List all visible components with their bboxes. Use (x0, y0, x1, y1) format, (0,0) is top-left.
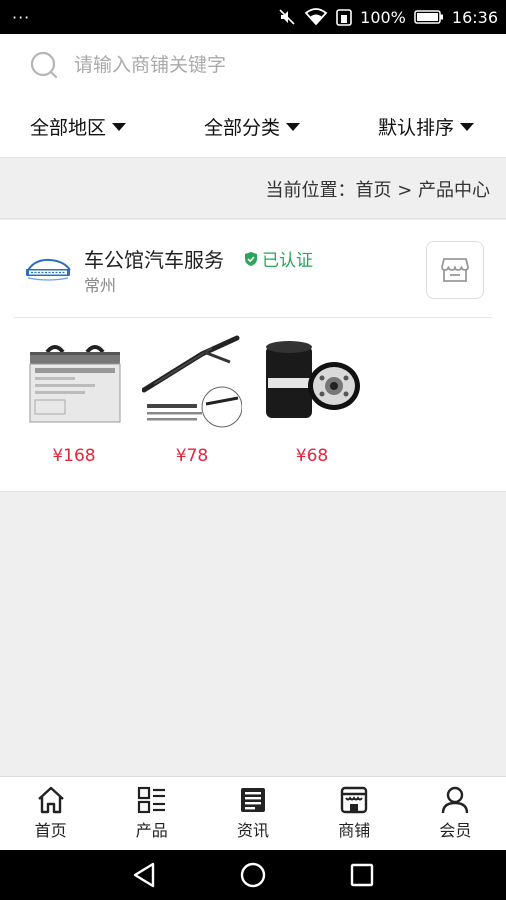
enter-store-button[interactable] (426, 241, 484, 299)
filter-bar: 全部地区 全部分类 默认排序 (0, 96, 506, 158)
nav-label-member: 会员 (439, 821, 472, 840)
product-price: ¥68 (295, 446, 329, 466)
bottom-nav: 首页 产品 资讯 商铺 会员 (0, 776, 506, 850)
wifi-icon (304, 8, 328, 26)
notification-dots: ··· (12, 7, 31, 27)
battery-icon (414, 10, 443, 24)
product-list-icon (137, 786, 165, 814)
nav-item-stores[interactable]: 商铺 (304, 777, 405, 850)
product-price: ¥78 (175, 446, 209, 466)
filter-sort[interactable]: 默认排序 (378, 113, 474, 140)
shop-name[interactable]: 车公馆汽车服务 (84, 244, 224, 273)
user-icon (442, 786, 469, 814)
home-circle-icon[interactable] (239, 861, 267, 889)
mute-icon (279, 9, 295, 25)
product-image-battery (24, 332, 124, 432)
shop-card[interactable]: 车公馆汽车服务 已认证 常州 ¥168 ¥78 ¥68 (0, 220, 506, 492)
nav-item-home[interactable]: 首页 (0, 777, 101, 850)
system-nav-bar (0, 850, 506, 900)
search-bar (0, 34, 506, 96)
filter-region-label: 全部地区 (30, 117, 107, 139)
product-item[interactable]: ¥78 (142, 332, 242, 466)
recents-icon[interactable] (349, 862, 375, 888)
filter-sort-label: 默认排序 (377, 117, 454, 139)
caret-down-icon (286, 122, 300, 131)
verified-badge: 已认证 (244, 246, 313, 271)
filter-category-label: 全部分类 (203, 117, 280, 139)
breadcrumb: 当前位置：首页 > 产品中心 (0, 159, 506, 219)
nav-item-news[interactable]: 资讯 (202, 777, 303, 850)
back-icon[interactable] (131, 861, 157, 889)
battery-percent: 100% (360, 7, 406, 27)
data-saver-icon (336, 9, 352, 26)
product-price: ¥168 (52, 446, 96, 466)
product-image-wiper-arm (142, 332, 242, 432)
home-icon (37, 786, 64, 814)
shop-header: 车公馆汽车服务 已认证 常州 (14, 220, 492, 318)
nav-item-member[interactable]: 会员 (405, 777, 506, 850)
shop-city: 常州 (84, 276, 117, 295)
status-bar: ··· 100% 16:36 (0, 0, 506, 34)
filter-category[interactable]: 全部分类 (204, 113, 300, 140)
shield-check-icon (245, 251, 257, 266)
product-item[interactable]: ¥68 (262, 332, 362, 466)
caret-down-icon (112, 122, 127, 131)
store-icon (441, 258, 469, 282)
nav-label-news: 资讯 (237, 821, 270, 840)
search-input[interactable] (74, 54, 454, 76)
caret-down-icon (459, 122, 474, 131)
verified-label: 已认证 (262, 251, 313, 271)
clock: 16:36 (451, 7, 498, 27)
nav-item-products[interactable]: 产品 (101, 777, 202, 850)
nav-label-products: 产品 (135, 821, 168, 840)
news-icon (241, 788, 265, 812)
product-item[interactable]: ¥168 (24, 332, 124, 466)
nav-label-home: 首页 (34, 821, 67, 840)
shop-logo (26, 258, 71, 281)
product-image-oil-filter (262, 332, 362, 432)
nav-label-stores: 商铺 (338, 821, 371, 840)
search-icon (30, 51, 58, 79)
filter-region[interactable]: 全部地区 (30, 113, 127, 140)
store-icon (341, 786, 368, 814)
breadcrumb-text: 当前位置：首页 > 产品中心 (265, 179, 490, 201)
